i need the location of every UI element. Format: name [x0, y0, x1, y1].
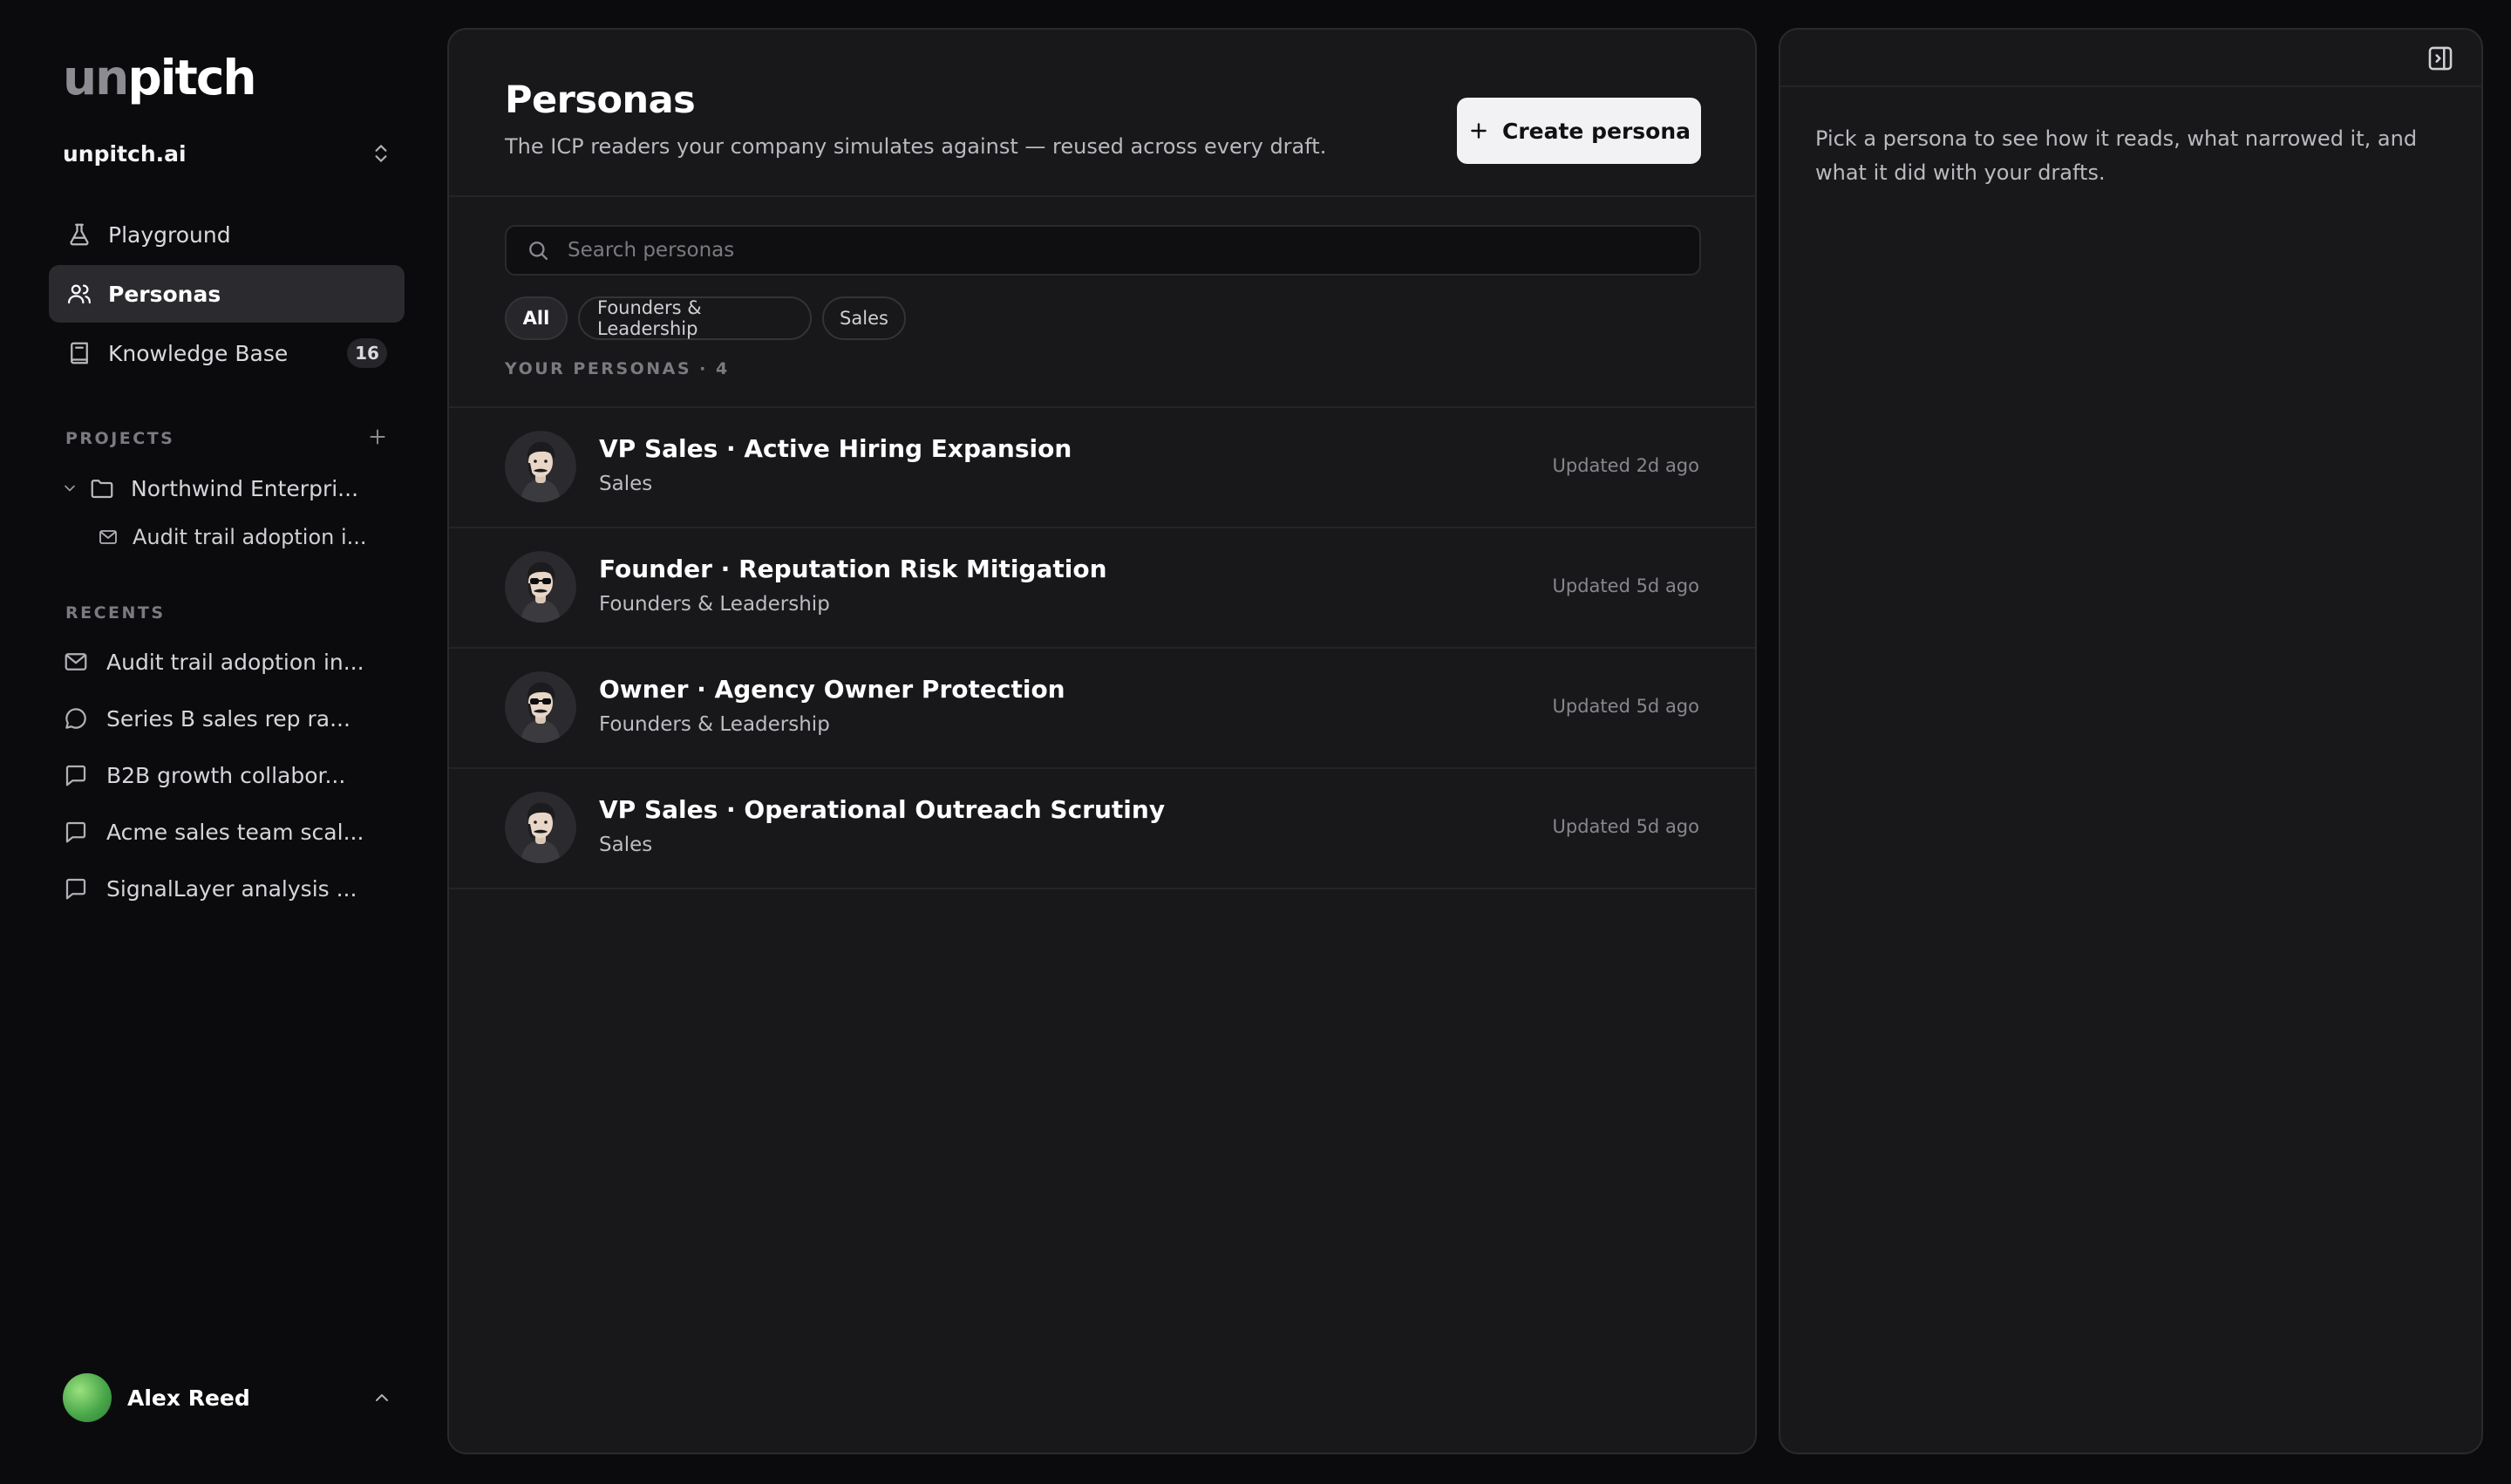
persona-title: Owner · Agency Owner Protection [599, 675, 1065, 704]
user-menu[interactable]: Alex Reed [63, 1372, 392, 1423]
nav-item-personas[interactable]: Personas [49, 265, 405, 323]
recent-item-label: B2B growth collabor... [106, 762, 346, 788]
recent-item[interactable]: Audit trail adoption in... [63, 643, 364, 681]
persona-row[interactable]: VP Sales · Operational Outreach Scrutiny… [449, 767, 1755, 888]
nav-label: Personas [108, 281, 221, 307]
list-end-divider [449, 888, 1755, 889]
persona-updated: Updated 2d ago [1552, 455, 1699, 476]
nav-label: Playground [108, 221, 231, 248]
nav-label: Knowledge Base [108, 340, 289, 366]
workspace-switcher[interactable]: unpitch.ai [63, 136, 392, 171]
persona-avatar [505, 431, 576, 502]
mail-icon [98, 527, 119, 548]
persona-row[interactable]: Founder · Reputation Risk Mitigation Fou… [449, 527, 1755, 647]
message-square-icon [63, 875, 89, 902]
persona-title: VP Sales · Active Hiring Expansion [599, 434, 1072, 463]
plus-icon [1467, 119, 1490, 142]
search-input[interactable] [566, 238, 1699, 262]
search-icon [526, 238, 550, 262]
filter-chip-sales[interactable]: Sales [822, 296, 906, 340]
avatar [63, 1373, 112, 1422]
persona-title: Founder · Reputation Risk Mitigation [599, 555, 1107, 583]
persona-category: Sales [599, 834, 653, 856]
user-name: Alex Reed [127, 1385, 250, 1411]
search-box[interactable] [505, 225, 1701, 276]
persona-category: Founders & Leadership [599, 713, 830, 736]
personas-count-label: YOUR PERSONAS · 4 [505, 359, 730, 378]
persona-row[interactable]: VP Sales · Active Hiring Expansion Sales… [449, 406, 1755, 527]
recent-item-label: Acme sales team scal... [106, 819, 364, 845]
persona-updated: Updated 5d ago [1552, 575, 1699, 596]
page-title: Personas [505, 78, 696, 122]
logo-pitch: pitch [127, 50, 256, 106]
message-square-icon [63, 819, 89, 845]
persona-avatar [505, 671, 576, 743]
persona-avatar [505, 551, 576, 623]
mail-icon [63, 649, 89, 675]
recents-section-label: RECENTS [65, 603, 166, 623]
project-child-label: Audit trail adoption i... [133, 525, 367, 549]
message-square-icon [63, 762, 89, 788]
chat-bubble-icon [63, 705, 89, 732]
recent-item[interactable]: SignalLayer analysis ... [63, 869, 357, 908]
filter-chip-founders-leadership[interactable]: Founders & Leadership [578, 296, 812, 340]
project-folder-label: Northwind Enterpri... [131, 475, 359, 501]
page-subtitle: The ICP readers your company simulates a… [505, 134, 1327, 159]
folder-icon [89, 475, 115, 501]
persona-category: Sales [599, 473, 653, 495]
logo-un: un [63, 50, 129, 106]
project-folder-northwind[interactable]: Northwind Enterpri... [61, 471, 358, 506]
persona-category: Founders & Leadership [599, 593, 830, 616]
persona-avatar [505, 792, 576, 863]
users-icon [66, 281, 92, 307]
projects-section-label: PROJECTS [65, 429, 175, 448]
chevron-up-icon [371, 1387, 392, 1408]
header-divider [449, 195, 1755, 197]
detail-divider [1780, 85, 2481, 87]
brand-logo[interactable]: unpitch [63, 50, 257, 106]
personas-panel: Personas The ICP readers your company si… [447, 28, 1757, 1454]
flask-icon [66, 221, 92, 248]
create-persona-button[interactable]: Create persona [1457, 98, 1701, 164]
sidebar: unpitch unpitch.ai Playground Personas K… [0, 0, 436, 1484]
recent-item[interactable]: Series B sales rep ra... [63, 699, 350, 738]
recent-item[interactable]: B2B growth collabor... [63, 756, 345, 794]
workspace-name: unpitch.ai [63, 140, 187, 167]
persona-updated: Updated 5d ago [1552, 816, 1699, 837]
recent-item-label: Series B sales rep ra... [106, 705, 350, 732]
persona-title: VP Sales · Operational Outreach Scrutiny [599, 795, 1166, 824]
project-child-audit-trail[interactable]: Audit trail adoption i... [98, 520, 367, 555]
add-project-icon[interactable] [366, 425, 389, 448]
panel-toggle-icon[interactable] [2426, 44, 2455, 73]
persona-updated: Updated 5d ago [1552, 696, 1699, 717]
persona-row[interactable]: Owner · Agency Owner Protection Founders… [449, 647, 1755, 767]
create-persona-label: Create persona [1501, 118, 1691, 144]
filter-chip-all[interactable]: All [505, 296, 568, 340]
knowledge-base-count-badge: 16 [347, 338, 387, 368]
recent-item-label: SignalLayer analysis ... [106, 875, 357, 902]
book-icon [66, 340, 92, 366]
chevron-up-down-icon [370, 142, 392, 165]
chevron-down-icon [61, 480, 78, 497]
detail-empty-hint: Pick a persona to see how it reads, what… [1815, 126, 2418, 185]
nav-item-playground[interactable]: Playground [49, 206, 405, 263]
persona-detail-panel: Pick a persona to see how it reads, what… [1779, 28, 2483, 1454]
recent-item-label: Audit trail adoption in... [106, 649, 364, 675]
recent-item[interactable]: Acme sales team scal... [63, 813, 364, 851]
nav-item-knowledge-base[interactable]: Knowledge Base 16 [49, 324, 405, 382]
